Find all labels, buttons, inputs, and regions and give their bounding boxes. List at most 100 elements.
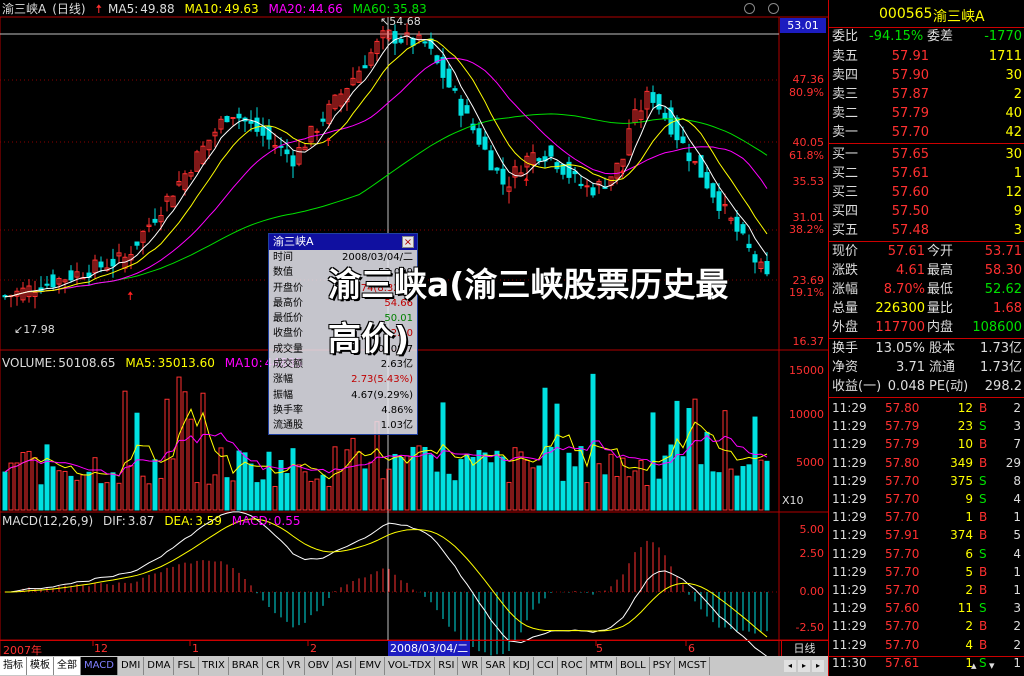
- toolbar-item[interactable]: WR: [458, 657, 483, 675]
- candle-body: [464, 105, 470, 114]
- quote-panel: 000565 渝三峡A 委比 -94.15% 委差 -1770 卖五 57.91 1…: [828, 0, 1024, 676]
- toolbar-item[interactable]: EMV: [356, 657, 385, 675]
- volume-bar: [632, 470, 638, 511]
- scroll-down-icon[interactable]: ▾: [989, 659, 995, 672]
- toolbar-item[interactable]: RSI: [435, 657, 459, 675]
- date-label-2: 2: [310, 642, 317, 655]
- scroll-right-icon[interactable]: ▸: [812, 660, 824, 672]
- toolbar-item[interactable]: 指标: [0, 657, 27, 675]
- candle-body: [248, 120, 254, 124]
- tick-side: S: [979, 546, 987, 561]
- volume-bar: [464, 453, 470, 511]
- candle-body: [398, 38, 404, 43]
- toolbar-item[interactable]: ROC: [558, 657, 587, 675]
- tick-price: 57.70: [885, 473, 920, 488]
- window-controls: [744, 3, 822, 15]
- volume-bar: [734, 475, 740, 511]
- tick-count: 8: [1013, 473, 1021, 488]
- chart-area[interactable]: 🠅 🠅 🠅 🠅 渝三峡A (日线) 🠅 MA5: 49.88 MA10: 49.63 MA20…: [0, 0, 828, 676]
- tick-side: S: [979, 601, 987, 616]
- tick-price: 57.70: [885, 492, 920, 506]
- toolbar-item[interactable]: TRIX: [199, 657, 229, 675]
- candle-body: [494, 167, 500, 171]
- volume-bar: [446, 473, 452, 511]
- volume-bar: [32, 457, 38, 511]
- buy-level-price: 57.61: [891, 166, 929, 181]
- popup-row-label: 开盘价: [273, 282, 303, 294]
- sell-level-price: 57.91: [891, 49, 929, 64]
- period-button[interactable]: 日线: [781, 641, 827, 656]
- tick-side: S: [979, 473, 987, 488]
- volume-bar: [452, 480, 458, 511]
- popup-titlebar[interactable]: 渝三峡A ×: [269, 234, 417, 250]
- toolbar-item[interactable]: BOLL: [617, 657, 650, 675]
- sell-level-label: 卖四: [832, 68, 859, 83]
- buy-arrow-icon: 🠅: [619, 167, 626, 181]
- scroll-up-icon[interactable]: ▴: [971, 659, 977, 672]
- tick-time: 11:29: [832, 583, 867, 597]
- toolbar-item[interactable]: BRAR: [229, 657, 263, 675]
- toolbar-item[interactable]: 全部: [54, 657, 81, 675]
- toolbar-item[interactable]: MACD: [81, 657, 118, 675]
- stat-label: 涨幅: [832, 282, 859, 297]
- candle-body: [488, 150, 494, 171]
- toolbar-item[interactable]: VOL-TDX: [385, 657, 436, 675]
- buy-level-volume: 1: [1013, 166, 1022, 181]
- tick-count: 4: [1013, 492, 1021, 506]
- sell-level: 卖二 57.79 40: [829, 104, 1024, 123]
- zoom-in-icon[interactable]: ◂: [784, 660, 796, 672]
- toolbar-item[interactable]: DMA: [144, 657, 175, 675]
- toolbar-item[interactable]: SAR: [482, 657, 510, 675]
- tick-row: 11:29 57.70 5 B 1: [829, 563, 1024, 581]
- popup-row-label: 换手率: [273, 404, 303, 416]
- zoom-icon[interactable]: [744, 3, 755, 14]
- buy-level-price: 57.48: [891, 223, 929, 238]
- volume-bar: [182, 391, 188, 511]
- toolbar-item[interactable]: OBV: [305, 657, 333, 675]
- ma60-value: 35.83: [392, 2, 427, 16]
- sell-level: 卖五 57.91 1711: [829, 47, 1024, 66]
- toolbar-item[interactable]: FSL: [174, 657, 199, 675]
- volume-bar: [254, 482, 260, 511]
- candle-body: [710, 183, 716, 198]
- tick-side: B: [979, 583, 988, 597]
- stat-value: 108600: [972, 320, 1022, 335]
- toolbar-item[interactable]: MTM: [587, 657, 617, 675]
- toolbar-item[interactable]: MCST: [675, 657, 711, 675]
- toolbar-item[interactable]: VR: [284, 657, 305, 675]
- volume-bar: [170, 458, 176, 511]
- stat-value: 52.62: [984, 282, 1022, 297]
- sell-level-volume: 1711: [988, 49, 1022, 64]
- volume-bar: [494, 450, 500, 511]
- scroll-left-icon[interactable]: ▸: [798, 660, 810, 672]
- sell-level-volume: 42: [1005, 125, 1022, 140]
- volume-bar: [686, 408, 692, 511]
- toolbar-item[interactable]: ASI: [333, 657, 357, 675]
- popup-row: 换手率 4.86%: [269, 403, 417, 418]
- volume-bar: [656, 478, 662, 511]
- toolbar-item[interactable]: KDJ: [510, 657, 534, 675]
- toolbar-item[interactable]: PSY: [650, 657, 676, 675]
- toolbar-item[interactable]: DMI: [118, 657, 145, 675]
- tick-count: 29: [1005, 455, 1021, 470]
- volume-bar: [764, 460, 770, 511]
- volume-bar: [362, 468, 368, 511]
- tick-volume: 9: [965, 492, 973, 506]
- toolbar-item[interactable]: 模板: [27, 657, 54, 675]
- toolbar-item[interactable]: CR: [263, 657, 284, 675]
- volume-bar: [56, 470, 62, 511]
- tick-count: 1: [1013, 510, 1021, 525]
- stat-value: 53.71: [984, 244, 1022, 259]
- volume-bar: [368, 461, 374, 511]
- tick-side: B: [979, 455, 988, 470]
- tick-volume: 10: [957, 437, 973, 452]
- close-icon[interactable]: ×: [402, 236, 414, 248]
- volume-bar: [158, 477, 164, 511]
- tick-price: 57.79: [885, 419, 920, 434]
- minimize-icon[interactable]: [768, 3, 779, 14]
- toolbar-item[interactable]: CCI: [534, 657, 558, 675]
- volume-bar: [200, 392, 206, 511]
- sell-level-volume: 2: [1013, 87, 1022, 102]
- volume-bar: [698, 464, 704, 511]
- price-label-16: 16.37: [792, 335, 825, 348]
